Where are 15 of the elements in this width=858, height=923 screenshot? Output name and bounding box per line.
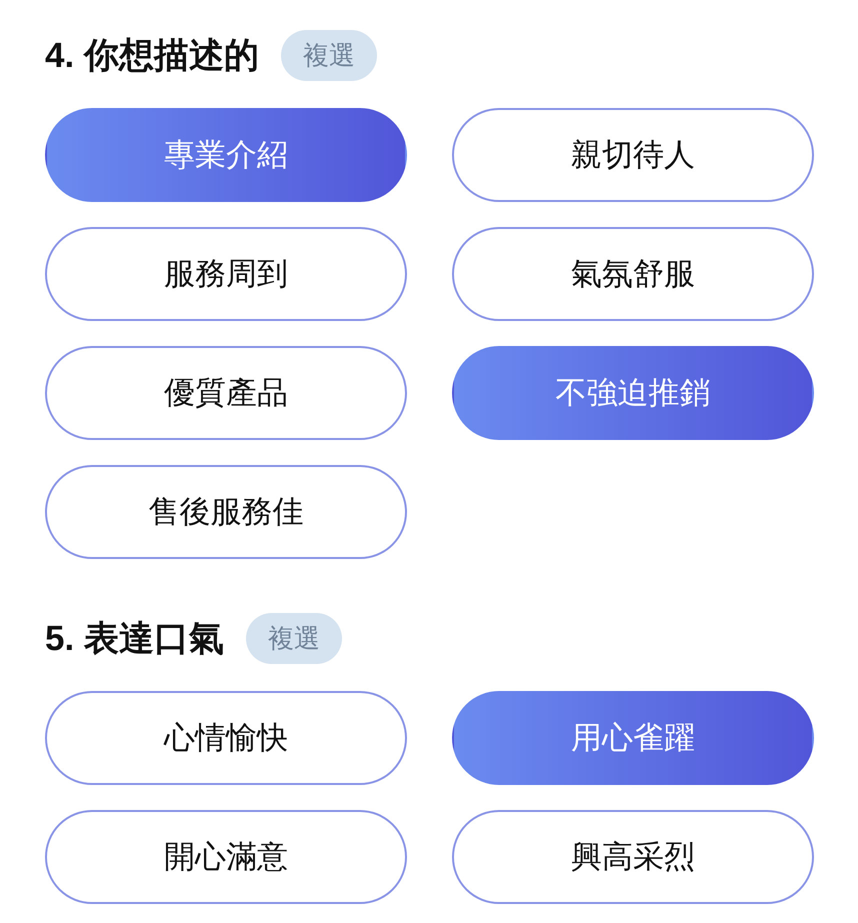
option-button[interactable]: 親切待人 [452,108,814,202]
option-button[interactable]: 優質產品 [45,346,407,440]
option-button[interactable]: 氣氛舒服 [452,227,814,321]
section-title: 5. 表達口氣 [45,618,224,660]
multi-select-tag: 複選 [280,30,377,80]
option-button[interactable]: 服務周到 [45,227,407,321]
option-button[interactable]: 心情愉快 [45,691,407,785]
option-button[interactable]: 興高采烈 [452,810,814,904]
option-button[interactable]: 用心雀躍 [452,691,814,785]
section-title: 4. 你想描述的 [45,34,259,76]
option-button[interactable]: 專業介紹 [45,108,407,202]
option-button[interactable]: 開心滿意 [45,810,407,904]
option-button[interactable]: 售後服務佳 [45,465,407,559]
multi-select-tag: 複選 [246,612,342,664]
option-button[interactable]: 不強迫推銷 [452,346,814,440]
